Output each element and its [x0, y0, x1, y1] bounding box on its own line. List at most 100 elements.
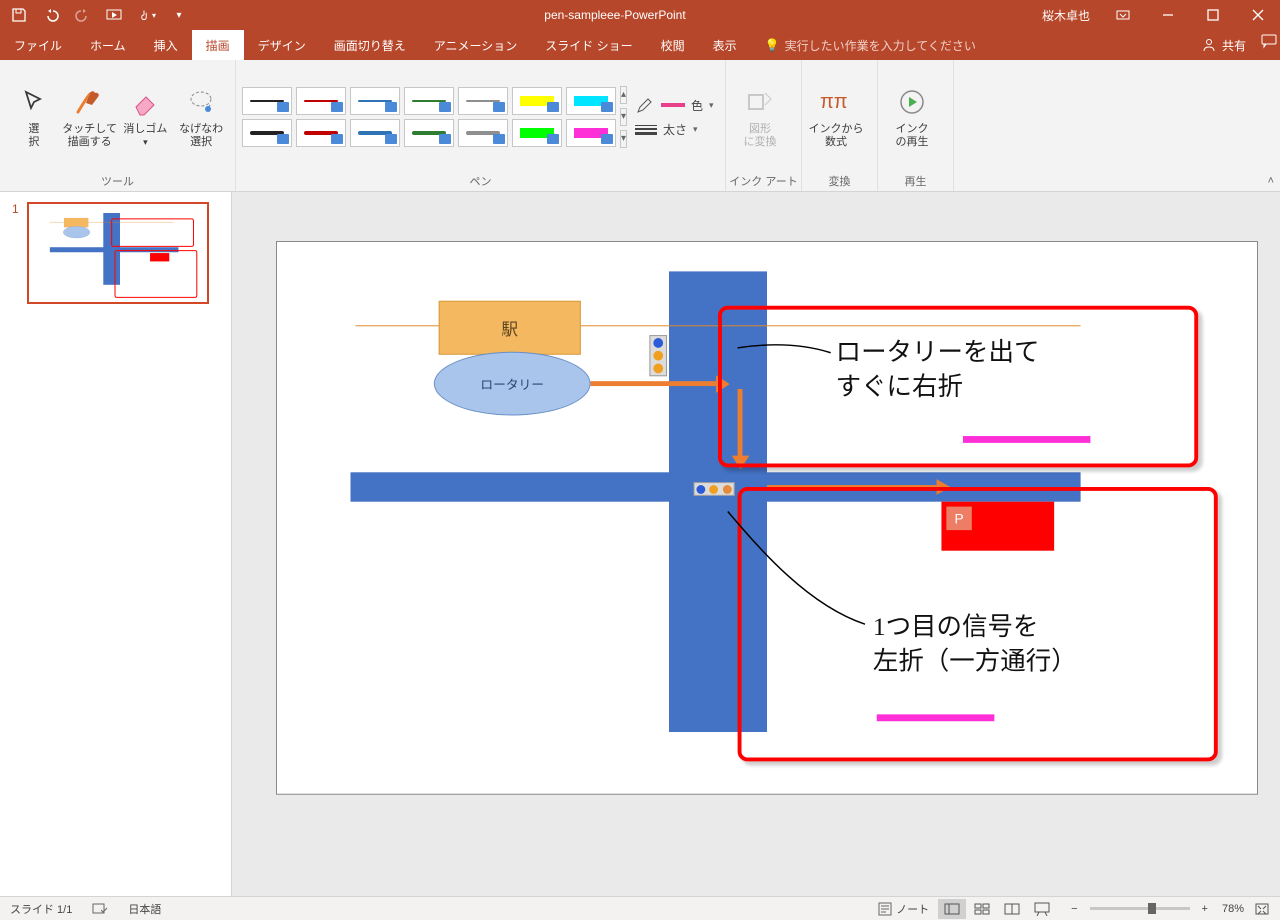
eraser-button[interactable]: 消しゴム▾: [118, 80, 174, 153]
title-bar: ▾ ▾ pen-sampleee - PowerPoint 桜木卓也: [0, 0, 1280, 30]
group-replay-label: 再生: [878, 173, 953, 191]
highlighter-swatch[interactable]: [566, 87, 616, 115]
pink-underline-1: [963, 436, 1090, 443]
tab-view[interactable]: 表示: [699, 30, 751, 60]
lasso-icon: [183, 84, 219, 120]
pen-color-button[interactable]: 色 ▾: [635, 95, 714, 115]
zoom-level[interactable]: 78%: [1222, 903, 1244, 915]
slide-thumbnail-1[interactable]: [27, 202, 209, 304]
slide-sorter-view-icon[interactable]: [968, 899, 996, 919]
group-inkart-label: インク アート: [726, 173, 801, 191]
ink-connectors: [277, 242, 1257, 794]
save-icon[interactable]: [10, 6, 28, 24]
window-title: pen-sampleee - PowerPoint: [198, 8, 1032, 22]
normal-view-icon[interactable]: [938, 899, 966, 919]
notes-button[interactable]: ノート: [878, 901, 929, 917]
slide-number: 1: [12, 202, 19, 304]
tab-insert[interactable]: 挿入: [140, 30, 192, 60]
replay-icon: [894, 84, 930, 120]
zoom-slider-thumb[interactable]: [1148, 903, 1156, 914]
start-from-beginning-icon[interactable]: [106, 6, 124, 24]
pen-swatch[interactable]: [296, 87, 346, 115]
pen-swatch[interactable]: [458, 87, 508, 115]
group-pens-label: ペン: [236, 173, 725, 191]
tab-file[interactable]: ファイル: [0, 30, 76, 60]
pen-swatch[interactable]: [404, 119, 454, 147]
group-replay: インク の再生 再生: [878, 60, 954, 191]
close-icon[interactable]: [1235, 0, 1280, 30]
ink-to-math-button[interactable]: ππ インクから 数式: [808, 80, 864, 153]
tab-slideshow[interactable]: スライド ショー: [531, 30, 646, 60]
share-label: 共有: [1222, 37, 1246, 54]
group-tools-label: ツール: [0, 173, 235, 191]
notes-icon: [878, 902, 892, 916]
reading-view-icon[interactable]: [998, 899, 1026, 919]
thickness-icon: [635, 125, 657, 135]
tell-me-search[interactable]: 💡 実行したい作業を入力してください: [751, 30, 990, 60]
pen-swatch[interactable]: [242, 87, 292, 115]
slide-counter[interactable]: スライド 1/1: [10, 901, 72, 917]
lightbulb-icon: 💡: [765, 38, 780, 52]
redo-icon[interactable]: [74, 6, 92, 24]
pen-swatch[interactable]: [404, 87, 454, 115]
pen-swatch[interactable]: [458, 119, 508, 147]
tab-animations[interactable]: アニメーション: [420, 30, 532, 60]
zoom-in-icon[interactable]: +: [1198, 903, 1212, 915]
select-button[interactable]: 選 択: [6, 80, 62, 153]
touch-mode-icon[interactable]: ▾: [138, 6, 156, 24]
slide-thumbnails-pane[interactable]: 1: [0, 192, 232, 896]
dropdown-icon: ▾: [709, 100, 714, 111]
highlighter-swatch[interactable]: [566, 119, 616, 147]
zoom-out-icon[interactable]: −: [1067, 903, 1081, 915]
person-icon: [1202, 38, 1216, 52]
spellcheck-icon[interactable]: [92, 902, 108, 916]
pen-swatch[interactable]: [350, 119, 400, 147]
qat-customize-icon[interactable]: ▾: [170, 6, 188, 24]
pen-swatch[interactable]: [242, 119, 292, 147]
tab-design[interactable]: デザイン: [244, 30, 320, 60]
maximize-icon[interactable]: [1190, 0, 1235, 30]
slide-canvas[interactable]: 駅 ロータリー P: [277, 242, 1257, 794]
undo-icon[interactable]: [42, 6, 60, 24]
pen-gallery[interactable]: [242, 87, 616, 147]
ribbon-tabs: ファイル ホーム 挿入 描画 デザイン 画面切り替え アニメーション スライド …: [0, 30, 1280, 60]
slideshow-view-icon[interactable]: [1028, 899, 1056, 919]
window-controls: [1100, 0, 1280, 30]
lasso-select-button[interactable]: なげなわ 選択: [173, 80, 229, 153]
minimize-icon[interactable]: [1145, 0, 1190, 30]
pen-swatch[interactable]: [350, 87, 400, 115]
comments-icon[interactable]: [1258, 30, 1280, 52]
fit-to-window-icon[interactable]: [1254, 902, 1270, 916]
highlighter-swatch[interactable]: [512, 87, 562, 115]
account-name[interactable]: 桜木卓也: [1032, 7, 1100, 24]
collapse-ribbon-icon[interactable]: ˄: [1268, 175, 1274, 187]
pen-icon: [635, 95, 655, 115]
zoom-slider[interactable]: [1090, 907, 1190, 910]
highlighter-swatch[interactable]: [512, 119, 562, 147]
main-area: 1: [0, 192, 1280, 896]
pen-swatch[interactable]: [296, 119, 346, 147]
group-inkart: 図形 に変換 インク アート: [726, 60, 802, 191]
slide-editor[interactable]: 駅 ロータリー P: [232, 192, 1280, 896]
draw-with-touch-button[interactable]: タッチして 描画する: [62, 80, 118, 153]
tab-review[interactable]: 校閲: [647, 30, 699, 60]
dropdown-icon: ▾: [693, 124, 698, 135]
tab-home[interactable]: ホーム: [76, 30, 140, 60]
status-bar: スライド 1/1 日本語 ノート − + 78%: [0, 896, 1280, 920]
handwriting-2: 1つ目の信号を 左折（一方通行）: [873, 610, 1077, 679]
ribbon-display-icon[interactable]: [1100, 0, 1145, 30]
tell-me-placeholder: 実行したい作業を入力してください: [785, 37, 976, 54]
svg-text:ππ: ππ: [820, 91, 848, 113]
tab-draw[interactable]: 描画: [192, 30, 244, 60]
pen-gallery-expand[interactable]: ▴▾▾: [620, 86, 627, 148]
group-tools: 選 択 タッチして 描画する 消しゴム▾ なげなわ 選択 ツール: [0, 60, 236, 191]
pen-thickness-button[interactable]: 太さ ▾: [635, 121, 714, 138]
share-button[interactable]: 共有: [1190, 30, 1258, 60]
color-swatch: [661, 103, 685, 107]
language-label[interactable]: 日本語: [128, 901, 161, 917]
cursor-icon: [16, 84, 52, 120]
math-icon: ππ: [818, 84, 854, 120]
tab-transitions[interactable]: 画面切り替え: [320, 30, 420, 60]
ink-replay-button[interactable]: インク の再生: [884, 80, 940, 153]
handwriting-1: ロータリーを出て すぐに右折: [836, 335, 1040, 404]
